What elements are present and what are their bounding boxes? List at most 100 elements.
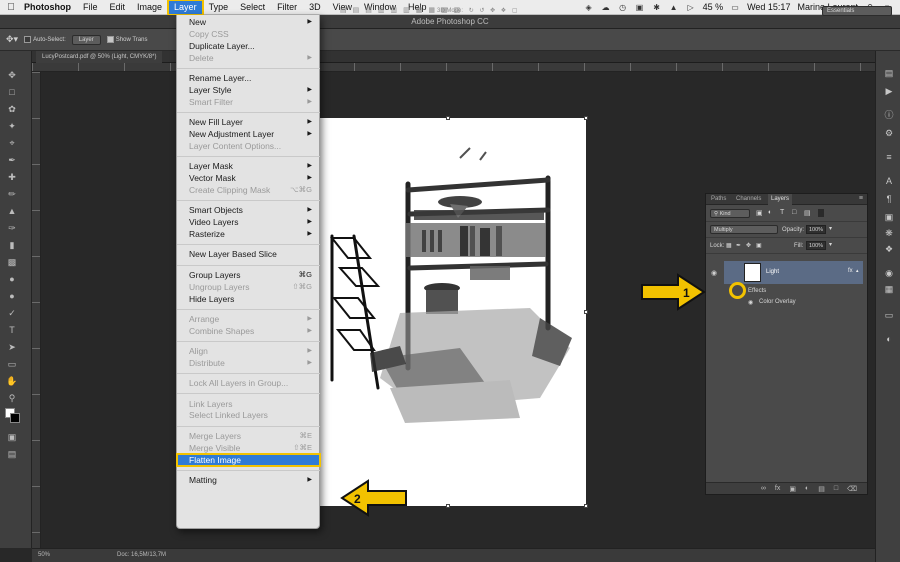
show-transform-checkbox[interactable]: Show Trans bbox=[106, 35, 147, 43]
filter-type-icon[interactable]: T bbox=[780, 209, 784, 216]
effect-eye-icon[interactable]: ◉ bbox=[748, 299, 753, 306]
menu-file[interactable]: File bbox=[77, 0, 104, 15]
cloud-icon[interactable]: ☁ bbox=[601, 3, 611, 12]
align-bottom-icon[interactable]: ▤ bbox=[365, 6, 372, 14]
document-size[interactable]: Doc: 16,5M/13,7M bbox=[117, 552, 166, 558]
delete-layer-icon[interactable]: ⌫ bbox=[847, 485, 857, 493]
menu-item-delete[interactable]: Delete ▶ bbox=[177, 52, 320, 64]
menu-item-new-adjustment-layer[interactable]: New Adjustment Layer ▶ bbox=[177, 128, 320, 140]
filter-kind-dropdown[interactable]: ⚲ Kind bbox=[710, 209, 750, 218]
effects-label[interactable]: Effects bbox=[748, 288, 766, 294]
link-layers-icon[interactable]: ∞ bbox=[761, 485, 766, 492]
eraser-tool-icon[interactable]: ▮ bbox=[6, 239, 18, 251]
opacity-slider-icon[interactable]: ▾ bbox=[829, 225, 832, 232]
menu-item-vector-mask[interactable]: Vector Mask ▶ bbox=[177, 172, 320, 184]
properties-panel-icon[interactable]: ▭ bbox=[883, 309, 895, 321]
3d-orbit-icon[interactable]: ↻ bbox=[469, 8, 474, 14]
tab-channels[interactable]: Channels bbox=[733, 194, 764, 205]
adjust-panel-icon[interactable]: ⚙ bbox=[883, 127, 895, 139]
history-brush-icon[interactable]: ✑ bbox=[6, 222, 18, 234]
filter-pixel-icon[interactable]: ▣ bbox=[756, 209, 763, 217]
menu-select[interactable]: Select bbox=[234, 0, 271, 15]
menu-item-layer-mask[interactable]: Layer Mask ▶ bbox=[177, 160, 320, 172]
menu-item-new-layer-based-slice[interactable]: New Layer Based Slice bbox=[177, 248, 320, 260]
distribute-h-icon[interactable]: ▦ bbox=[428, 6, 435, 14]
align-top-icon[interactable]: ▤ bbox=[340, 6, 347, 14]
menu-item-new[interactable]: New ▶ bbox=[177, 16, 320, 28]
color-panel-icon[interactable]: ❋ bbox=[883, 227, 895, 239]
menu-layer[interactable]: Layer bbox=[167, 0, 204, 16]
brush-panel-icon[interactable]: ≡ bbox=[883, 151, 895, 163]
dodge-tool-icon[interactable]: ● bbox=[6, 290, 18, 302]
clock[interactable]: Wed 15:17 bbox=[747, 2, 790, 12]
new-layer-icon[interactable]: □ bbox=[834, 485, 838, 492]
menu-item-arrange[interactable]: Arrange ▶ bbox=[177, 313, 320, 325]
history-panel-icon[interactable]: ▤ bbox=[883, 67, 895, 79]
menu-item-create-clipping-mask[interactable]: Create Clipping Mask ⌥⌘G bbox=[177, 184, 320, 196]
menu-app[interactable]: Photoshop bbox=[22, 0, 77, 15]
volume-icon[interactable]: ▷ bbox=[686, 3, 696, 12]
panel-menu-icon[interactable]: ≡ bbox=[859, 195, 863, 202]
menu-item-rename-layer[interactable]: Rename Layer... bbox=[177, 72, 320, 84]
align-left-icon[interactable]: ▥ bbox=[378, 6, 385, 14]
transform-handle-tr[interactable] bbox=[584, 116, 588, 120]
menu-item-align[interactable]: Align ▶ bbox=[177, 345, 320, 357]
filter-shape-icon[interactable]: □ bbox=[792, 209, 796, 216]
menu-item-new-fill-layer[interactable]: New Fill Layer ▶ bbox=[177, 116, 320, 128]
gradient-tool-icon[interactable]: ▩ bbox=[6, 256, 18, 268]
menu-item-layer-style[interactable]: Layer Style ▶ bbox=[177, 84, 320, 96]
document-canvas[interactable] bbox=[310, 118, 586, 506]
effect-color-overlay[interactable]: Color Overlay bbox=[759, 299, 796, 305]
wifi-icon[interactable]: ▲ bbox=[669, 3, 679, 12]
new-group-icon[interactable]: ▤ bbox=[818, 485, 825, 493]
blend-mode-dropdown[interactable]: Multiply bbox=[710, 225, 778, 234]
pen-tool-icon[interactable]: ✓ bbox=[6, 307, 18, 319]
marquee-tool-icon[interactable]: □ bbox=[6, 86, 18, 98]
quick-mask-icon[interactable]: ▣ bbox=[6, 431, 18, 443]
menu-item-combine-shapes[interactable]: Combine Shapes ▶ bbox=[177, 325, 320, 337]
actions-panel-icon[interactable]: ▶ bbox=[883, 85, 895, 97]
new-adjustment-icon[interactable]: ◐ bbox=[805, 485, 809, 492]
3d-roll-icon[interactable]: ↺ bbox=[479, 8, 484, 14]
transform-handle-br[interactable] bbox=[584, 504, 588, 508]
menu-image[interactable]: Image bbox=[131, 0, 168, 15]
healing-tool-icon[interactable]: ✚ bbox=[6, 171, 18, 183]
menu-item-merge-layers[interactable]: Merge Layers ⌘E bbox=[177, 430, 320, 442]
stamp-tool-icon[interactable]: ▲ bbox=[6, 205, 18, 217]
lasso-tool-icon[interactable]: ✿ bbox=[6, 103, 18, 115]
lock-transparent-icon[interactable]: ▦ bbox=[726, 242, 732, 249]
info-panel-icon[interactable]: ⓘ bbox=[883, 109, 895, 121]
lock-image-icon[interactable]: ✒ bbox=[736, 242, 741, 249]
align-center-icon[interactable]: ▥ bbox=[391, 6, 398, 14]
workspace-dropdown[interactable]: Essentials bbox=[822, 6, 892, 16]
menu-item-select-linked-layers[interactable]: Select Linked Layers bbox=[177, 409, 320, 421]
auto-select-target-dropdown[interactable]: Layer bbox=[71, 34, 101, 45]
opacity-field[interactable]: 100% bbox=[806, 225, 826, 234]
menu-item-link-layers[interactable]: Link Layers bbox=[177, 398, 320, 410]
bluetooth-icon[interactable]: ✱ bbox=[652, 3, 662, 12]
menu-item-distribute[interactable]: Distribute ▶ bbox=[177, 357, 320, 369]
menu-item-group-layers[interactable]: Group Layers ⌘G bbox=[177, 269, 320, 281]
menu-filter[interactable]: Filter bbox=[271, 0, 303, 15]
fill-slider-icon[interactable]: ▾ bbox=[829, 241, 832, 248]
menu-type[interactable]: Type bbox=[203, 0, 235, 15]
zoom-tool-icon[interactable]: ⚲ bbox=[6, 392, 18, 404]
transform-handle-bm[interactable] bbox=[446, 504, 450, 508]
menu-item-merge-visible[interactable]: Merge Visible ⇧⌘E bbox=[177, 442, 320, 454]
blur-tool-icon[interactable]: ● bbox=[6, 273, 18, 285]
layer-fx-icon[interactable]: fx bbox=[848, 268, 853, 274]
filter-toggle[interactable] bbox=[818, 209, 824, 217]
menu-3d[interactable]: 3D bbox=[303, 0, 327, 15]
navigator-panel-icon[interactable]: ◐ bbox=[883, 333, 895, 345]
menu-item-matting[interactable]: Matting ▶ bbox=[177, 474, 320, 486]
tab-layers[interactable]: Layers bbox=[768, 194, 793, 205]
styles-panel-icon[interactable]: ▣ bbox=[883, 211, 895, 223]
ruler-vertical[interactable] bbox=[32, 72, 41, 548]
menu-edit[interactable]: Edit bbox=[104, 0, 132, 15]
lock-all-icon[interactable]: ▣ bbox=[756, 242, 762, 249]
auto-select-checkbox[interactable]: Auto-Select: bbox=[24, 35, 66, 43]
menu-item-hide-layers[interactable]: Hide Layers bbox=[177, 293, 320, 305]
layer-row-light[interactable]: Light fx ▴ bbox=[724, 261, 863, 284]
fill-field[interactable]: 100% bbox=[806, 241, 826, 250]
menu-item-layer-content-options[interactable]: Layer Content Options... bbox=[177, 140, 320, 152]
